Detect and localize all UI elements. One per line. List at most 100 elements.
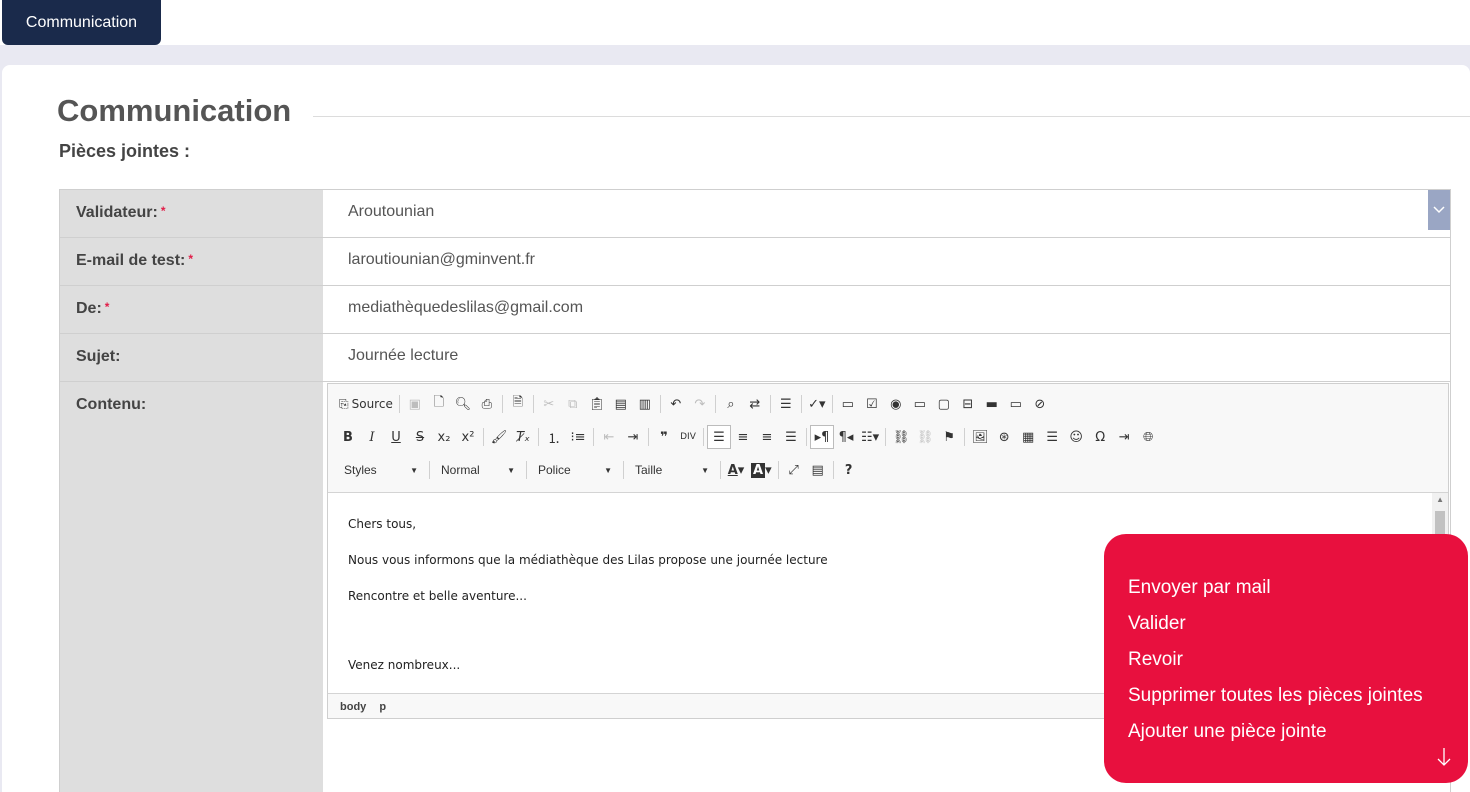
blockquote-icon[interactable]: ❞ — [652, 425, 676, 449]
source-button[interactable]: ⎘ Source — [336, 392, 396, 416]
page-break-icon[interactable]: ⇥ — [1112, 425, 1136, 449]
paste-text-icon[interactable]: ▤ — [609, 392, 633, 416]
toolbar-separator — [800, 395, 802, 413]
validator-value: Aroutounian — [348, 203, 435, 220]
find-icon[interactable]: ⌕ — [719, 392, 743, 416]
toolbar-separator — [885, 428, 887, 446]
validator-select[interactable]: Aroutounian — [323, 190, 1450, 237]
align-right-icon[interactable]: ≡ — [755, 425, 779, 449]
select-field-icon[interactable]: ⊟ — [956, 392, 980, 416]
new-page-icon[interactable]: 🗋 — [427, 392, 451, 416]
scroll-up-icon[interactable]: ▲ — [1436, 495, 1444, 504]
toolbar-separator — [501, 395, 503, 413]
test-email-label: E-mail de test: * — [60, 238, 323, 285]
format-dropdown[interactable]: Normal ▼ — [433, 458, 523, 482]
bold-icon[interactable]: B — [336, 425, 360, 449]
save-icon[interactable]: ▣ — [403, 392, 427, 416]
size-dropdown[interactable]: Taille ▼ — [627, 458, 717, 482]
superscript-icon[interactable]: x² — [456, 425, 480, 449]
toolbar-separator — [398, 395, 400, 413]
italic-icon[interactable]: I — [360, 425, 384, 449]
toolbar-separator — [703, 428, 704, 446]
subject-label: Sujet: — [60, 334, 323, 381]
image-icon[interactable]: 🖼︎ — [968, 425, 992, 449]
bulleted-list-icon[interactable]: ⁝≡ — [566, 425, 590, 449]
review-button[interactable]: Revoir — [1128, 649, 1183, 671]
text-color-icon[interactable]: A ▾ — [724, 458, 748, 482]
text-field-icon[interactable]: ▭ — [908, 392, 932, 416]
font-dropdown[interactable]: Police ▼ — [530, 458, 620, 482]
arrow-down-icon[interactable] — [1437, 747, 1451, 773]
outdent-icon[interactable]: ⇤ — [597, 425, 621, 449]
chevron-down-icon[interactable] — [1428, 190, 1450, 230]
templates-icon[interactable]: 🗎 — [506, 392, 530, 416]
delete-all-attachments-button[interactable]: Supprimer toutes les pièces jointes — [1128, 685, 1423, 707]
show-blocks-icon[interactable]: ▤ — [806, 458, 830, 482]
underline-icon[interactable]: U — [384, 425, 408, 449]
path-body[interactable]: body — [340, 701, 366, 713]
strikethrough-icon[interactable]: S — [408, 425, 432, 449]
language-icon[interactable]: ☷▾ — [858, 425, 882, 449]
toolbar-separator — [831, 395, 833, 413]
table-icon[interactable]: ▦ — [1016, 425, 1040, 449]
hidden-field-icon[interactable]: ⊘ — [1028, 392, 1052, 416]
horizontal-line-icon[interactable]: ☰ — [1040, 425, 1064, 449]
copy-format-icon[interactable]: 🖌︎ — [487, 425, 511, 449]
paste-word-icon[interactable]: ▥ — [633, 392, 657, 416]
align-center-icon[interactable]: ≡ — [731, 425, 755, 449]
button-field-icon[interactable]: ▬ — [980, 392, 1004, 416]
toolbar-separator — [532, 395, 534, 413]
indent-icon[interactable]: ⇥ — [621, 425, 645, 449]
unlink-icon[interactable]: ⛓ — [913, 425, 937, 449]
image-button-icon[interactable]: ▭ — [1004, 392, 1028, 416]
iframe-globe-icon[interactable]: 🌐︎ — [1136, 425, 1160, 449]
subscript-icon[interactable]: x₂ — [432, 425, 456, 449]
copy-icon[interactable]: ⧉ — [561, 392, 585, 416]
textarea-icon[interactable]: ▢ — [932, 392, 956, 416]
form-icon[interactable]: ▭ — [836, 392, 860, 416]
justify-icon[interactable]: ☰ — [779, 425, 803, 449]
checkbox-icon[interactable]: ☑ — [860, 392, 884, 416]
tab-communication[interactable]: Communication — [2, 0, 161, 45]
page-title: Communication — [57, 93, 292, 128]
undo-icon[interactable]: ↶ — [664, 392, 688, 416]
numbered-list-icon[interactable]: ⒈ — [542, 425, 566, 449]
radio-icon[interactable]: ◉ — [884, 392, 908, 416]
remove-format-icon[interactable]: T̷ₓ — [511, 425, 535, 449]
title-divider — [313, 116, 1470, 117]
select-all-icon[interactable]: ☰ — [774, 392, 798, 416]
replace-icon[interactable]: ⇄ — [743, 392, 767, 416]
cut-icon[interactable]: ✂ — [537, 392, 561, 416]
source-icon: ⎘ — [339, 396, 349, 411]
rtl-icon[interactable]: ¶◂ — [834, 425, 858, 449]
flash-icon[interactable]: ⊛ — [992, 425, 1016, 449]
align-left-icon[interactable]: ☰ — [707, 425, 731, 449]
chevron-down-icon: ▼ — [701, 465, 709, 475]
special-char-icon[interactable]: Ω — [1088, 425, 1112, 449]
anchor-flag-icon[interactable]: ⚑ — [937, 425, 961, 449]
send-mail-button[interactable]: Envoyer par mail — [1128, 577, 1271, 599]
spellcheck-icon[interactable]: ✓▾ — [805, 392, 829, 416]
print-icon[interactable]: ⎙ — [475, 392, 499, 416]
from-field[interactable]: mediathèquedeslilas@gmail.com — [323, 286, 1450, 333]
smiley-icon[interactable]: ☺ — [1064, 425, 1088, 449]
add-attachment-button[interactable]: Ajouter une pièce jointe — [1128, 721, 1327, 743]
link-icon[interactable]: ⛓ — [889, 425, 913, 449]
styles-label: Styles — [344, 463, 377, 477]
background-color-icon[interactable]: A ▾ — [748, 458, 775, 482]
toolbar-separator — [964, 428, 966, 446]
ltr-icon[interactable]: ▸¶ — [810, 425, 834, 449]
maximize-icon[interactable]: ⤢ — [782, 458, 806, 482]
preview-icon[interactable]: 🔍︎ — [451, 392, 475, 416]
toolbar-separator — [538, 428, 539, 446]
path-p[interactable]: p — [379, 701, 386, 713]
help-icon[interactable]: ? — [837, 458, 861, 482]
redo-icon[interactable]: ↷ — [688, 392, 712, 416]
styles-dropdown[interactable]: Styles ▼ — [336, 458, 426, 482]
test-email-field[interactable]: laroutiounian@gminvent.fr — [323, 238, 1450, 285]
div-container-icon[interactable]: DIV — [676, 425, 700, 449]
validate-button[interactable]: Valider — [1128, 613, 1186, 635]
subject-field[interactable]: Journée lecture — [323, 334, 1450, 381]
paste-icon[interactable]: 📋︎ — [585, 392, 609, 416]
action-menu: Envoyer par mail Valider Revoir Supprime… — [1104, 534, 1468, 783]
